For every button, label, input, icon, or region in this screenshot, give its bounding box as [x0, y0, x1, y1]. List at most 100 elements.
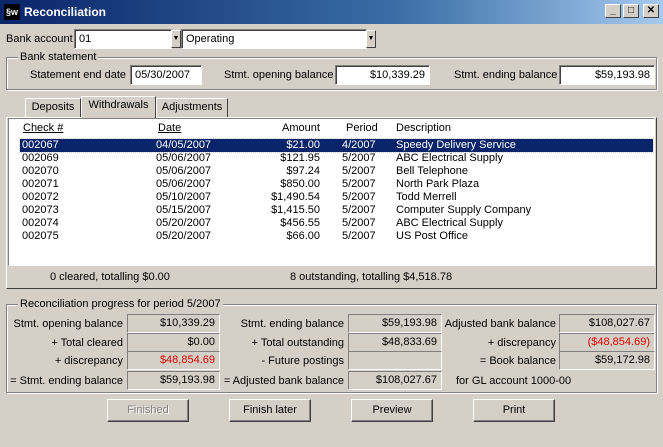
- table-row[interactable]: 002073 05/15/2007 $1,415.50 5/2007 Compu…: [20, 204, 653, 217]
- table-row[interactable]: 002067 04/05/2007 $21.00 4/2007 Speedy D…: [19, 138, 654, 153]
- cell-check: 002071: [22, 178, 59, 190]
- cell-check: 002075: [22, 230, 59, 242]
- maximize-button[interactable]: □: [623, 4, 639, 18]
- p2-future-label: - Future postings: [261, 355, 344, 367]
- cell-period: 5/2007: [342, 217, 376, 229]
- bank-statement-group-title: Bank statement: [18, 51, 99, 63]
- p-discrepancy-value: $48,854.69: [127, 351, 220, 370]
- table-row[interactable]: 002070 05/06/2007 $97.24 5/2007 Bell Tel…: [20, 165, 653, 178]
- cell-check: 002072: [22, 191, 59, 203]
- cell-check: 002069: [22, 152, 59, 164]
- cell-period: 4/2007: [342, 139, 376, 151]
- p3-book-value: $59,172.98: [559, 351, 655, 370]
- title-bar[interactable]: §w Reconciliation _ □ ✕: [0, 0, 663, 24]
- p3-discrepancy-label: + discrepancy: [487, 337, 556, 349]
- p3-discrepancy-value: ($48,854.69): [559, 333, 655, 352]
- p-opening-value: $10,339.29: [127, 314, 220, 333]
- p2-future-value: [348, 351, 442, 370]
- cell-date: 05/06/2007: [156, 178, 212, 190]
- cell-check: 002074: [22, 217, 59, 229]
- minimize-button[interactable]: _: [605, 4, 621, 18]
- cell-description: Speedy Delivery Service: [396, 139, 516, 151]
- cell-description: Computer Supply Company: [396, 204, 532, 216]
- preview-button[interactable]: Preview: [351, 399, 433, 422]
- p-opening-label: Stmt. opening balance: [13, 318, 123, 330]
- stmt-ending-balance-field[interactable]: $59,193.98: [559, 65, 655, 85]
- cell-amount: $1,415.50: [271, 204, 320, 216]
- statement-end-date-label: Statement end date: [30, 69, 127, 81]
- window-title: Reconciliation: [24, 5, 107, 19]
- table-row[interactable]: 002069 05/06/2007 $121.95 5/2007 ABC Ele…: [20, 152, 653, 165]
- bank-account-dropdown-icon[interactable]: ▼: [171, 30, 181, 48]
- p-cleared-label: + Total cleared: [51, 337, 123, 349]
- cell-amount: $66.00: [286, 230, 320, 242]
- cell-description: Bell Telephone: [396, 165, 468, 177]
- cell-period: 5/2007: [342, 152, 376, 164]
- column-header-date[interactable]: Date: [158, 121, 181, 135]
- cell-date: 05/20/2007: [156, 217, 212, 229]
- stmt-ending-balance-label: Stmt. ending balance: [454, 69, 558, 81]
- cell-period: 5/2007: [342, 230, 376, 242]
- cell-check: 002073: [22, 204, 59, 216]
- p2-outstanding-label: + Total outstanding: [251, 337, 344, 349]
- cell-description: North Park Plaza: [396, 178, 480, 190]
- cell-amount: $456.55: [280, 217, 320, 229]
- reconciliation-progress-title: Reconciliation progress for period 5/200…: [18, 298, 223, 310]
- stmt-opening-balance-label: Stmt. opening balance: [224, 69, 334, 81]
- print-button[interactable]: Print: [473, 399, 555, 422]
- cell-period: 5/2007: [342, 204, 376, 216]
- p3-adjusted-value: $108,027.67: [559, 314, 655, 333]
- close-button[interactable]: ✕: [643, 4, 659, 18]
- p-stmt-ending-label: = Stmt. ending balance: [10, 375, 123, 387]
- cell-amount: $121.95: [280, 152, 320, 164]
- bank-account-label: Bank account: [6, 33, 73, 45]
- app-icon: §w: [4, 4, 20, 20]
- table-row[interactable]: 002072 05/10/2007 $1,490.54 5/2007 Todd …: [20, 191, 653, 204]
- cell-description: US Post Office: [396, 230, 468, 242]
- cell-date: 05/06/2007: [156, 165, 212, 177]
- gl-account-note: for GL account 1000-00: [456, 375, 572, 387]
- p3-adjusted-label: Adjusted bank balance: [444, 318, 556, 330]
- cell-date: 05/06/2007: [156, 152, 212, 164]
- cell-period: 5/2007: [342, 165, 376, 177]
- p-discrepancy-label: + discrepancy: [54, 355, 123, 367]
- cleared-summary: 0 cleared, totalling $0.00: [50, 271, 170, 283]
- cell-period: 5/2007: [342, 191, 376, 203]
- tab-deposits[interactable]: Deposits: [25, 98, 81, 117]
- column-header-period[interactable]: Period: [346, 121, 378, 135]
- cell-date: 04/05/2007: [156, 139, 212, 151]
- finished-button[interactable]: Finished: [107, 399, 189, 422]
- p-stmt-ending-value: $59,193.98: [127, 371, 220, 390]
- column-header-check[interactable]: Check #: [23, 121, 63, 135]
- tab-adjustments[interactable]: Adjustments: [156, 98, 228, 117]
- cell-amount: $21.00: [286, 139, 320, 151]
- outstanding-summary: 8 outstanding, totalling $4,518.78: [290, 271, 453, 283]
- cell-check: 002067: [22, 139, 59, 151]
- table-row[interactable]: 002074 05/20/2007 $456.55 5/2007 ABC Ele…: [20, 217, 653, 230]
- p2-adjusted-value: $108,027.67: [348, 371, 442, 390]
- bank-account-name-field[interactable]: Operating: [181, 29, 367, 49]
- bank-account-name-dropdown-icon[interactable]: ▼: [366, 30, 376, 48]
- p2-adjusted-label: = Adjusted bank balance: [223, 375, 344, 387]
- p-cleared-value: $0.00: [127, 333, 220, 352]
- p3-book-label: = Book balance: [479, 355, 556, 367]
- p2-ending-value: $59,193.98: [348, 314, 442, 333]
- p2-outstanding-value: $48,833.69: [348, 333, 442, 352]
- bank-account-number-field[interactable]: 01: [74, 29, 172, 49]
- table-row[interactable]: 002075 05/20/2007 $66.00 5/2007 US Post …: [20, 230, 653, 243]
- stmt-opening-balance-field[interactable]: $10,339.29: [335, 65, 430, 85]
- cell-period: 5/2007: [342, 178, 376, 190]
- p2-ending-label: Stmt. ending balance: [240, 318, 344, 330]
- column-header-amount[interactable]: Amount: [282, 121, 320, 135]
- cell-amount: $850.00: [280, 178, 320, 190]
- statement-end-date-field[interactable]: 05/30/2007: [130, 65, 202, 85]
- finish-later-button[interactable]: Finish later: [229, 399, 311, 422]
- cell-description: ABC Electrical Supply: [396, 152, 503, 164]
- column-header-description[interactable]: Description: [396, 121, 451, 135]
- table-row[interactable]: 002071 05/06/2007 $850.00 5/2007 North P…: [20, 178, 653, 191]
- cell-date: 05/15/2007: [156, 204, 212, 216]
- cell-description: Todd Merrell: [396, 191, 457, 203]
- cell-amount: $1,490.54: [271, 191, 320, 203]
- tab-withdrawals[interactable]: Withdrawals: [81, 96, 156, 118]
- cell-date: 05/20/2007: [156, 230, 212, 242]
